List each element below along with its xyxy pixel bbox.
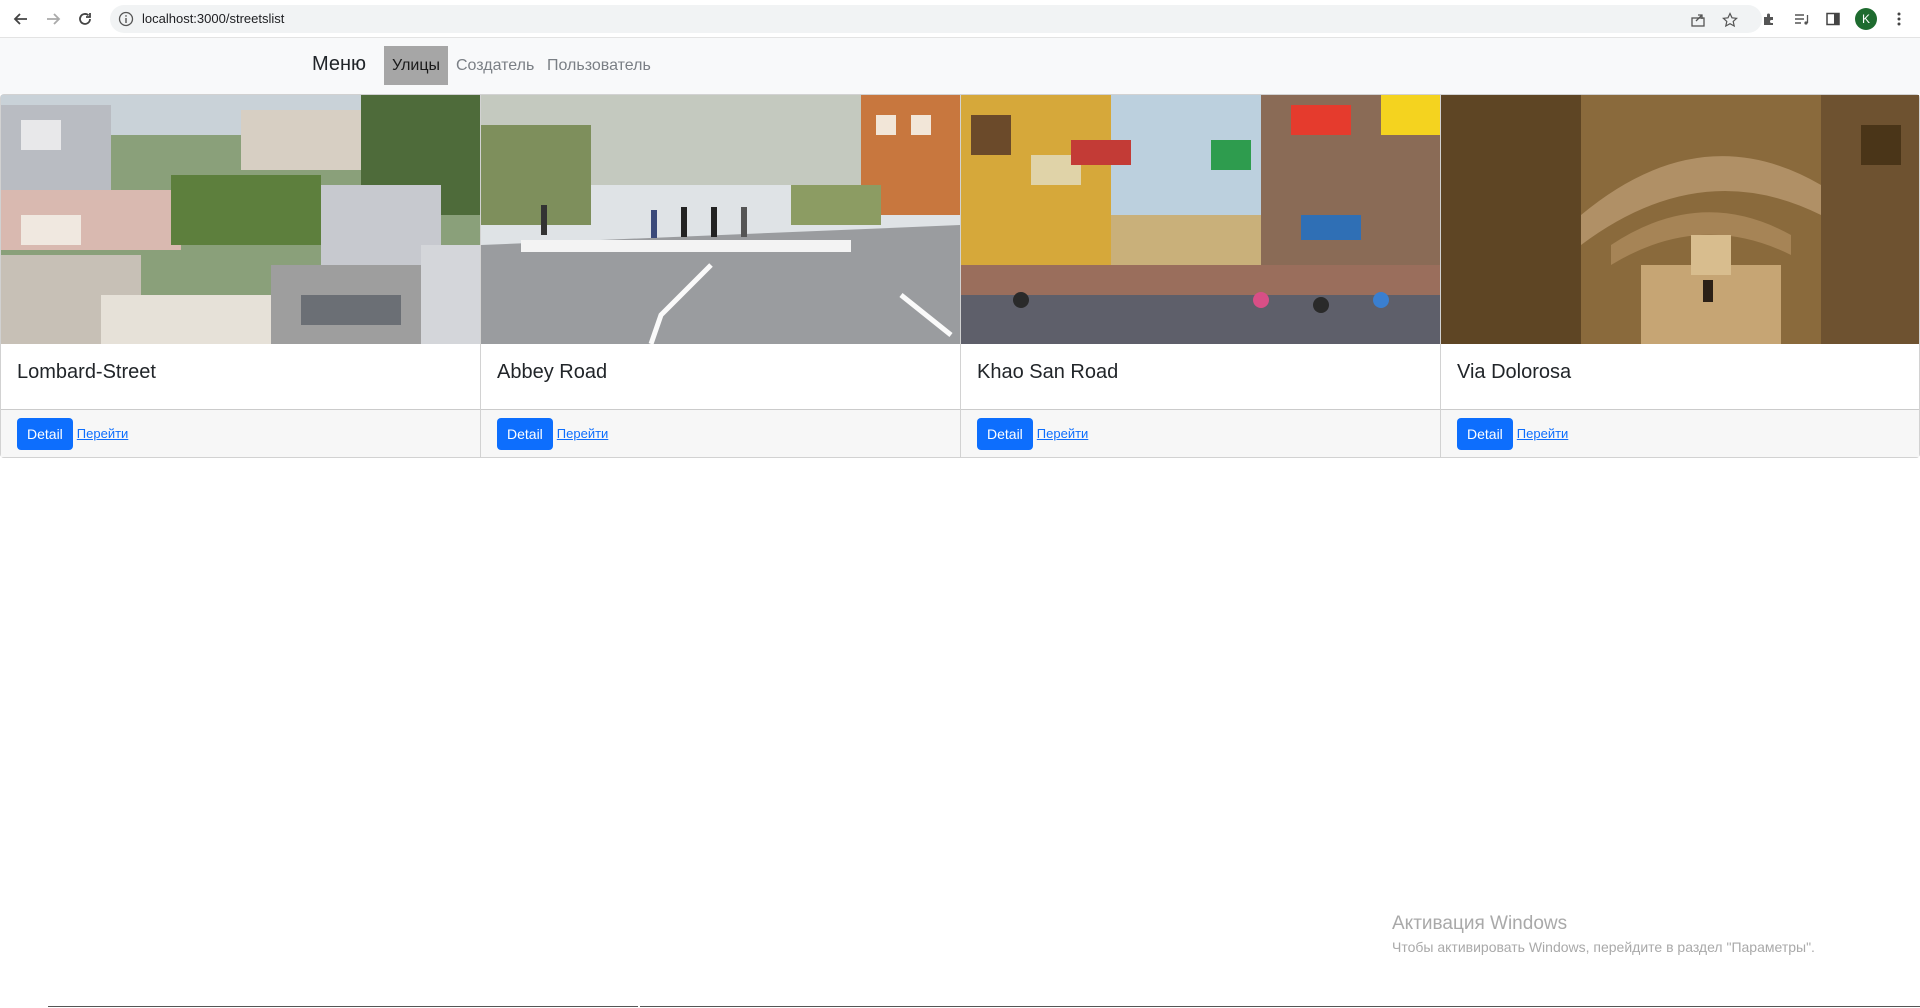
detail-button[interactable]: Detail <box>1457 417 1513 450</box>
activation-watermark-title: Активация Windows <box>1392 913 1568 934</box>
street-photo <box>481 95 960 344</box>
back-arrow-icon[interactable] <box>9 7 33 31</box>
street-card: Khao San Road Detail Перейти <box>960 94 1440 458</box>
activation-watermark-text: Чтобы активировать Windows, перейдите в … <box>1392 939 1815 955</box>
top-navbar: Меню Улицы Создатель Пользователь <box>0 38 1920 94</box>
extensions-icon[interactable] <box>1759 9 1779 29</box>
site-info-icon[interactable] <box>118 11 134 27</box>
browser-toolbar: localhost:3000/streetslist K <box>0 0 1920 38</box>
reload-icon[interactable] <box>73 7 97 31</box>
nav-link-user[interactable]: Пользователь <box>539 46 659 85</box>
street-photo <box>1 95 480 344</box>
nav-link-streets[interactable]: Улицы <box>384 46 449 85</box>
card-footer: Detail Перейти <box>1441 409 1919 457</box>
detail-button[interactable]: Detail <box>497 417 553 450</box>
side-panel-icon[interactable] <box>1823 9 1843 29</box>
kebab-menu-icon[interactable] <box>1889 9 1909 29</box>
card-title: Khao San Road <box>977 361 1119 383</box>
nav-link-creator[interactable]: Создатель <box>448 46 542 85</box>
card-footer: Detail Перейти <box>961 409 1440 457</box>
share-icon[interactable] <box>1690 12 1706 28</box>
go-link[interactable]: Перейти <box>77 426 129 441</box>
card-footer: Detail Перейти <box>1 409 480 457</box>
url-text[interactable]: localhost:3000/streetslist <box>142 11 284 26</box>
street-photo <box>1441 95 1919 344</box>
detail-button[interactable]: Detail <box>17 417 73 450</box>
street-card: Via Dolorosa Detail Перейти <box>1440 94 1920 458</box>
address-bar[interactable]: localhost:3000/streetslist <box>110 5 1762 33</box>
card-title: Lombard-Street <box>17 361 156 383</box>
street-photo <box>961 95 1440 344</box>
street-card: Abbey Road Detail Перейти <box>480 94 960 458</box>
detail-button[interactable]: Detail <box>977 417 1033 450</box>
navbar-brand[interactable]: Меню <box>312 53 366 76</box>
forward-arrow-icon[interactable] <box>41 7 65 31</box>
card-footer: Detail Перейти <box>481 409 960 457</box>
go-link[interactable]: Перейти <box>557 426 609 441</box>
profile-avatar[interactable]: K <box>1855 8 1877 30</box>
card-title: Via Dolorosa <box>1457 361 1572 383</box>
card-title: Abbey Road <box>497 361 608 383</box>
go-link[interactable]: Перейти <box>1037 426 1089 441</box>
street-card: Lombard-Street Detail Перейти <box>0 94 480 458</box>
media-queue-icon[interactable] <box>1791 9 1811 29</box>
street-card-group: Lombard-Street Detail Перейти Abbey Road… <box>0 94 1920 458</box>
bookmark-star-icon[interactable] <box>1722 12 1738 28</box>
go-link[interactable]: Перейти <box>1517 426 1569 441</box>
